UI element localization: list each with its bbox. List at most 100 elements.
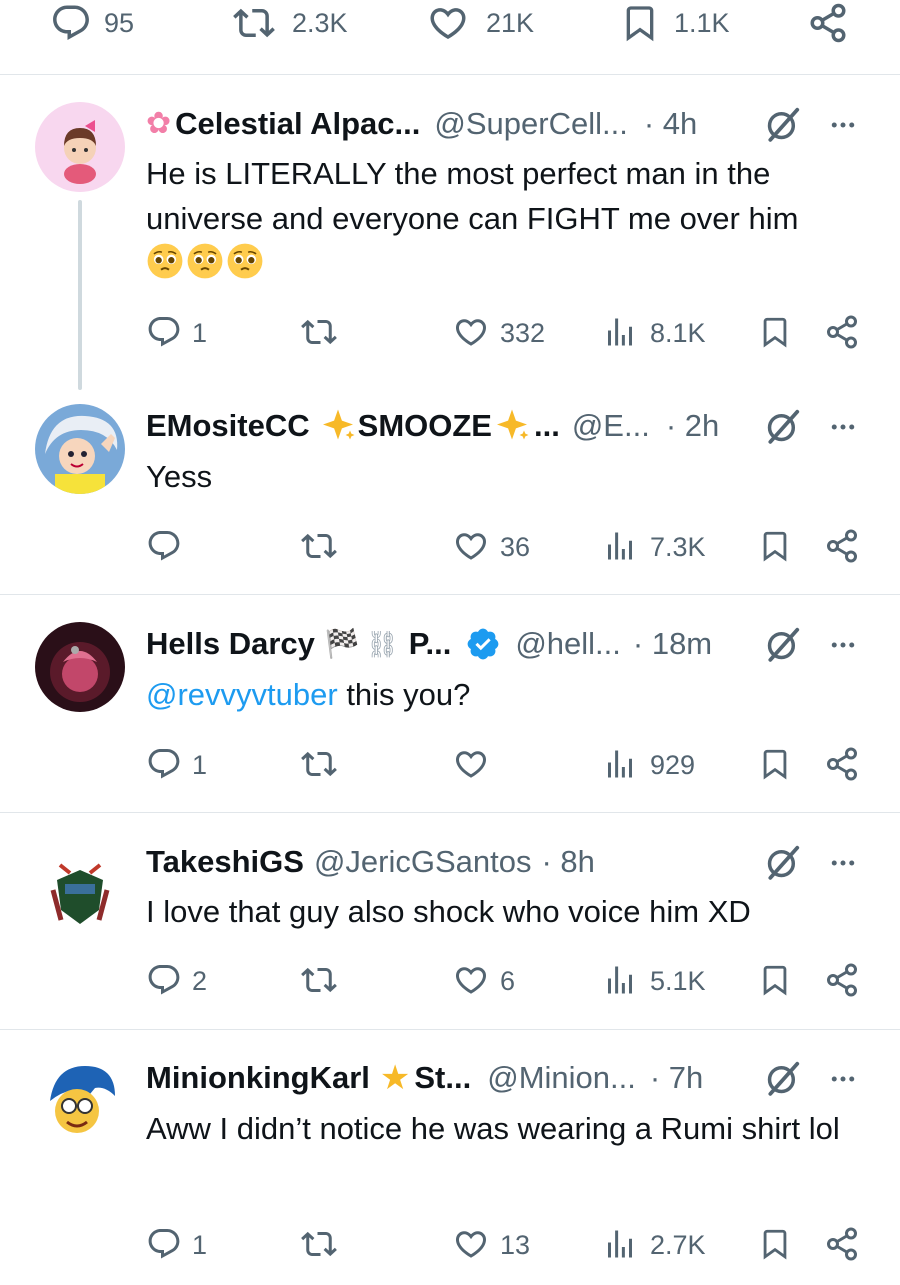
repost-icon[interactable] <box>300 962 338 998</box>
bookmark-icon[interactable] <box>758 1226 792 1262</box>
tweet-header: MinionkingKarl ★ St... @Minion... · 7h <box>146 1058 703 1098</box>
flower-emoji: ✿ <box>146 107 172 140</box>
views-icon[interactable] <box>602 1226 638 1262</box>
separator <box>0 812 900 813</box>
avatar[interactable] <box>35 622 125 712</box>
grok-icon[interactable] <box>764 1058 802 1098</box>
display-name[interactable]: TakeshiGS <box>146 842 304 882</box>
handle[interactable]: @Minion... <box>487 1058 636 1098</box>
repost-icon[interactable] <box>300 528 338 564</box>
reply-count: 1 <box>192 1230 208 1260</box>
like-count: 332 <box>500 318 546 348</box>
avatar[interactable] <box>35 840 125 930</box>
timestamp[interactable]: · 8h <box>541 842 594 882</box>
grok-icon[interactable] <box>764 406 802 446</box>
handle[interactable]: @hell... <box>515 624 621 664</box>
repost-count: 2.3K <box>292 8 348 38</box>
timestamp[interactable]: · 4h <box>644 104 697 144</box>
tweet-text: Aww I didn’t notice he was wearing a Rum… <box>146 1111 840 1146</box>
avatar[interactable] <box>35 1056 125 1146</box>
views-count: 8.1K <box>650 318 706 348</box>
timestamp[interactable]: · 18m <box>633 624 712 664</box>
reply-icon[interactable] <box>146 962 182 998</box>
name-ellipsis: ... <box>533 408 560 443</box>
tweet-text: He is LITERALLY the most perfect man in … <box>146 156 799 236</box>
more-icon[interactable] <box>824 848 862 878</box>
like-icon[interactable] <box>452 1226 490 1262</box>
sparkles-emoji <box>320 408 356 444</box>
display-name-suffix[interactable]: St... <box>414 1058 471 1098</box>
chains-emoji: ⛓ <box>365 629 399 659</box>
timestamp[interactable]: · 7h <box>650 1058 703 1098</box>
share-icon[interactable] <box>823 1226 861 1262</box>
reply-icon[interactable] <box>50 2 92 44</box>
more-icon[interactable] <box>824 1064 862 1094</box>
views-icon[interactable] <box>602 962 638 998</box>
share-icon[interactable] <box>806 2 850 44</box>
share-icon[interactable] <box>823 314 861 350</box>
repost-icon[interactable] <box>232 2 276 44</box>
emoji-row <box>146 242 266 280</box>
pleading-face-emoji <box>226 242 264 280</box>
handle[interactable]: @E... <box>572 406 650 446</box>
views-count: 5.1K <box>650 966 706 996</box>
star-emoji: ★ <box>379 1059 411 1097</box>
checkered-flag-emoji: 🏁 <box>324 628 360 659</box>
separator <box>0 1029 900 1030</box>
display-name[interactable]: MinionkingKarl <box>146 1058 370 1098</box>
views-count: 929 <box>650 750 696 780</box>
reply-icon[interactable] <box>146 528 182 564</box>
more-icon[interactable] <box>824 412 862 442</box>
views-icon[interactable] <box>602 746 638 782</box>
display-name[interactable]: EMositeCC <box>146 406 310 446</box>
pleading-face-emoji <box>186 242 224 280</box>
reply-icon[interactable] <box>146 314 182 350</box>
bookmark-icon[interactable] <box>620 2 660 44</box>
share-icon[interactable] <box>823 746 861 782</box>
tweet-text: @revvyvtuber this you? <box>146 677 471 712</box>
share-icon[interactable] <box>823 528 861 564</box>
display-name[interactable]: Hells Darcy <box>146 624 315 664</box>
pleading-face-emoji <box>146 242 184 280</box>
grok-icon[interactable] <box>764 842 802 882</box>
repost-icon[interactable] <box>300 746 338 782</box>
tweet-header: Hells Darcy 🏁 ⛓ P... @hell... · 18m <box>146 624 712 664</box>
bookmark-icon[interactable] <box>758 746 792 782</box>
repost-icon[interactable] <box>300 314 338 350</box>
views-icon[interactable] <box>602 314 638 350</box>
grok-icon[interactable] <box>764 624 802 664</box>
handle[interactable]: @SuperCell... <box>434 104 627 144</box>
tweet-text: Yess <box>146 459 213 494</box>
avatar[interactable] <box>35 404 125 494</box>
reply-count: 1 <box>192 318 208 348</box>
views-count: 7.3K <box>650 532 706 562</box>
reply-count: 95 <box>104 8 135 38</box>
like-icon[interactable] <box>452 314 490 350</box>
more-icon[interactable] <box>824 110 862 140</box>
tweet-header: ✿ Celestial Alpac... @SuperCell... · 4h <box>146 104 697 144</box>
sparkles-emoji <box>494 408 530 444</box>
like-count: 21K <box>486 8 535 38</box>
handle[interactable]: @JericGSantos <box>314 842 532 882</box>
like-count: 13 <box>500 1230 531 1260</box>
like-icon[interactable] <box>452 528 490 564</box>
reply-icon[interactable] <box>146 746 182 782</box>
mention-link[interactable]: @revvyvtuber <box>146 677 338 712</box>
bookmark-icon[interactable] <box>758 962 792 998</box>
like-icon[interactable] <box>452 746 490 782</box>
bookmark-icon[interactable] <box>758 314 792 350</box>
repost-icon[interactable] <box>300 1226 338 1262</box>
timestamp[interactable]: · 2h <box>666 406 719 446</box>
more-icon[interactable] <box>824 630 862 660</box>
reply-icon[interactable] <box>146 1226 182 1262</box>
like-icon[interactable] <box>452 962 490 998</box>
views-icon[interactable] <box>602 528 638 564</box>
like-icon[interactable] <box>426 2 470 44</box>
display-name-suffix[interactable]: P... <box>409 624 452 664</box>
share-icon[interactable] <box>823 962 861 998</box>
display-name-suffix[interactable]: SMOOZE <box>358 406 492 446</box>
display-name[interactable]: Celestial Alpac... <box>175 104 420 144</box>
bookmark-icon[interactable] <box>758 528 792 564</box>
grok-icon[interactable] <box>764 104 802 144</box>
avatar[interactable] <box>35 102 125 192</box>
